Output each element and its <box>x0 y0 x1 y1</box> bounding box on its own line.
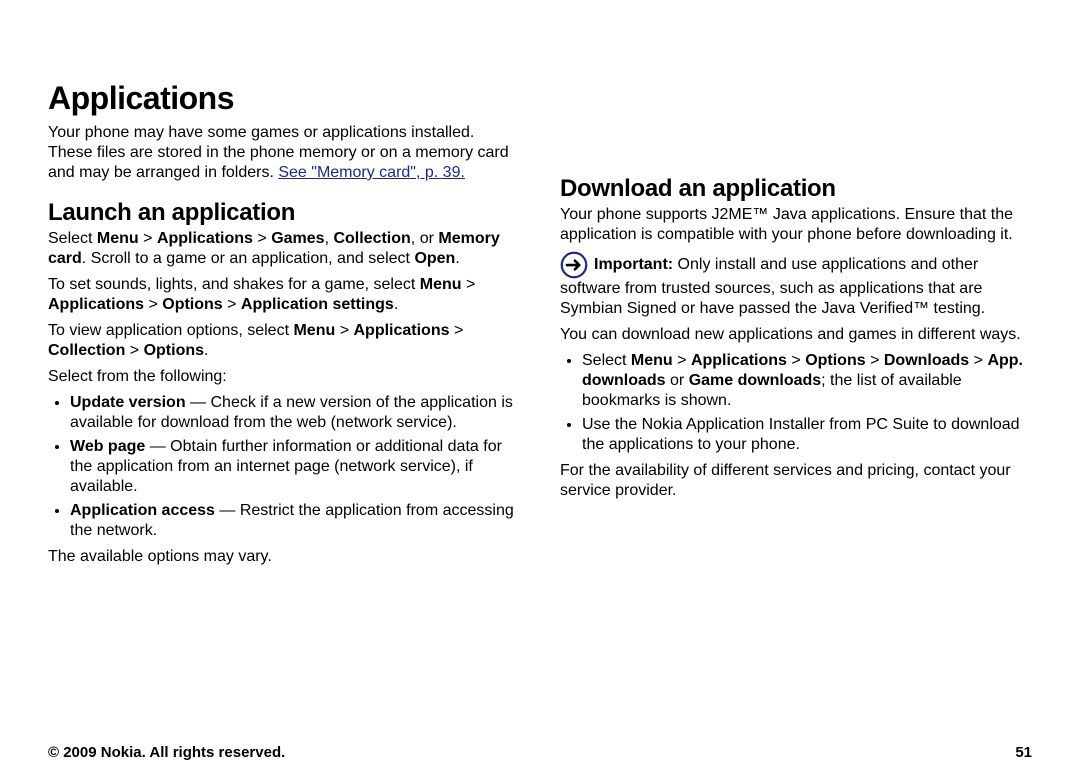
page-title: Applications <box>48 80 1032 117</box>
options-list: Update version — Check if a new version … <box>48 393 520 541</box>
menu-label: Menu <box>631 352 673 369</box>
list-item: Web page — Obtain further information or… <box>70 437 520 497</box>
option-title: Update version <box>70 394 186 411</box>
text: . <box>204 342 208 359</box>
applications-label: Applications <box>157 230 253 247</box>
download-paragraph-3: For the availability of different servic… <box>560 461 1032 501</box>
separator: > <box>139 230 157 247</box>
separator: > <box>787 352 805 369</box>
separator: > <box>144 296 162 313</box>
separator: > <box>125 342 143 359</box>
page-number: 51 <box>1015 744 1032 761</box>
options-label: Options <box>144 342 204 359</box>
text: , or <box>411 230 439 247</box>
right-column: Download an application Your phone suppo… <box>560 159 1032 573</box>
download-paragraph-2: You can download new applications and ga… <box>560 325 1032 345</box>
text: . Scroll to a game or an application, an… <box>82 250 415 267</box>
list-item: Update version — Check if a new version … <box>70 393 520 433</box>
important-icon <box>560 251 588 279</box>
memory-card-link[interactable]: See "Memory card", p. 39. <box>278 164 465 181</box>
open-label: Open <box>414 250 455 267</box>
app-settings-label: Application settings <box>241 296 394 313</box>
separator: > <box>969 352 987 369</box>
download-list: Select Menu > Applications > Options > D… <box>560 351 1032 455</box>
select-from-following: Select from the following: <box>48 367 520 387</box>
downloads-label: Downloads <box>884 352 969 369</box>
separator: > <box>462 276 476 293</box>
menu-label: Menu <box>420 276 462 293</box>
collection-label: Collection <box>333 230 410 247</box>
launch-section-heading: Launch an application <box>48 199 520 227</box>
text: To view application options, select <box>48 322 293 339</box>
list-item: Use the Nokia Application Installer from… <box>582 415 1032 455</box>
copyright-text: © 2009 Nokia. All rights reserved. <box>48 744 285 761</box>
launch-paragraph-3: To view application options, select Menu… <box>48 321 520 361</box>
text: To set sounds, lights, and shakes for a … <box>48 276 420 293</box>
launch-paragraph-2: To set sounds, lights, and shakes for a … <box>48 275 520 315</box>
text: . <box>455 250 459 267</box>
separator: > <box>866 352 884 369</box>
option-title: Web page <box>70 438 145 455</box>
separator: > <box>223 296 241 313</box>
footer: © 2009 Nokia. All rights reserved. 51 <box>48 744 1032 761</box>
important-note: Important: Only install and use applicat… <box>560 251 1032 319</box>
text: Select <box>48 230 97 247</box>
option-title: Application access <box>70 502 215 519</box>
separator: > <box>253 230 271 247</box>
menu-label: Menu <box>293 322 335 339</box>
download-paragraph-1: Your phone supports J2ME™ Java applicati… <box>560 205 1032 245</box>
games-label: Games <box>271 230 324 247</box>
launch-paragraph-1: Select Menu > Applications > Games, Coll… <box>48 229 520 269</box>
separator: > <box>335 322 353 339</box>
important-label: Important: <box>594 256 673 273</box>
list-item: Select Menu > Applications > Options > D… <box>582 351 1032 411</box>
text: . <box>394 296 398 313</box>
applications-label: Applications <box>691 352 787 369</box>
collection-label: Collection <box>48 342 125 359</box>
left-column: Your phone may have some games or applic… <box>48 123 520 573</box>
menu-label: Menu <box>97 230 139 247</box>
game-downloads-label: Game downloads <box>689 372 821 389</box>
list-item: Application access — Restrict the applic… <box>70 501 520 541</box>
options-label: Options <box>805 352 865 369</box>
options-may-vary: The available options may vary. <box>48 547 520 567</box>
download-section-heading: Download an application <box>560 175 1032 203</box>
separator: > <box>673 352 691 369</box>
options-label: Options <box>162 296 222 313</box>
applications-label: Applications <box>48 296 144 313</box>
text: or <box>666 372 689 389</box>
applications-label: Applications <box>353 322 449 339</box>
document-page: Applications Your phone may have some ga… <box>0 0 1080 779</box>
intro-paragraph: Your phone may have some games or applic… <box>48 123 520 183</box>
separator: > <box>450 322 464 339</box>
text: Select <box>582 352 631 369</box>
columns: Your phone may have some games or applic… <box>48 123 1032 573</box>
